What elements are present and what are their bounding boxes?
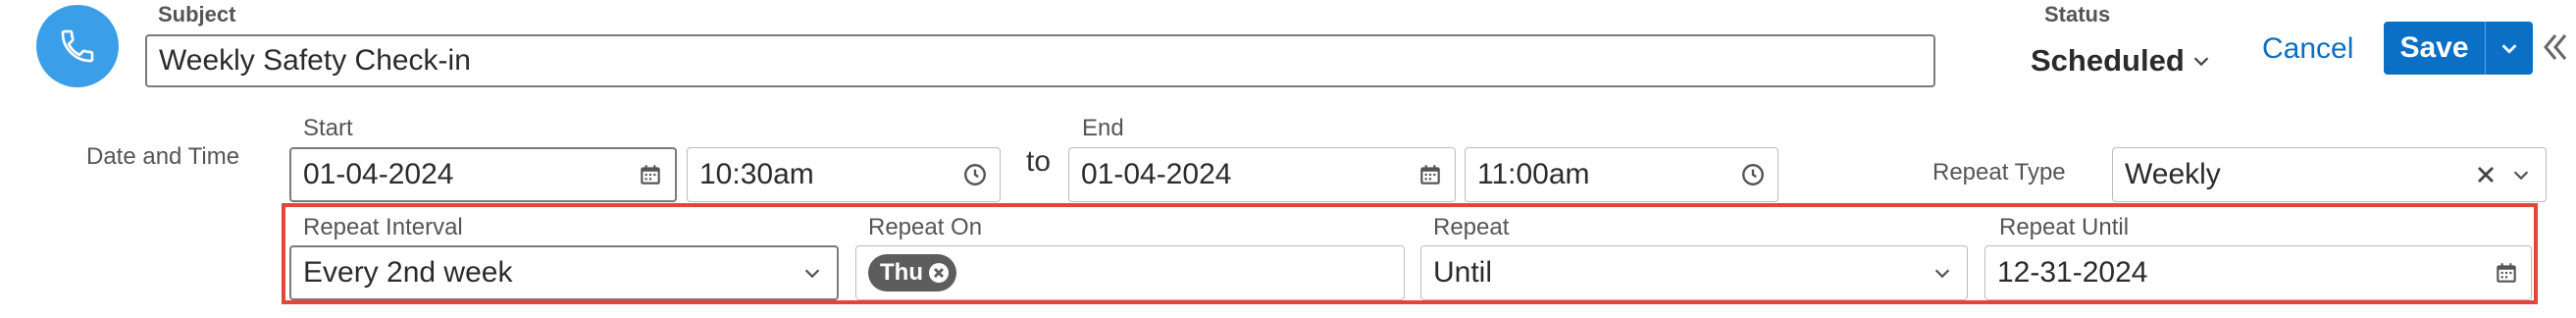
calendar-icon[interactable]	[2494, 260, 2519, 286]
day-chip-label: Thu	[880, 259, 923, 286]
save-button[interactable]: Save	[2384, 22, 2533, 75]
repeat-on-label: Repeat On	[868, 214, 983, 240]
calendar-icon[interactable]	[638, 162, 663, 187]
date-time-section-label: Date and Time	[86, 143, 240, 170]
end-label: End	[1082, 115, 1124, 141]
clear-icon[interactable]	[2473, 162, 2499, 187]
start-time-input[interactable]: 10:30am	[687, 147, 1001, 202]
save-label: Save	[2384, 22, 2486, 75]
repeat-interval-select[interactable]: Every 2nd week	[289, 245, 839, 300]
chevron-down-icon[interactable]	[2486, 22, 2533, 75]
repeat-interval-value: Every 2nd week	[303, 256, 513, 289]
start-date-value: 01-04-2024	[303, 158, 454, 190]
repeat-until-label: Repeat Until	[1999, 214, 2130, 240]
status-value: Scheduled	[2031, 43, 2185, 78]
chevron-down-icon[interactable]	[799, 260, 825, 286]
repeat-until-value: 12-31-2024	[1997, 256, 2148, 289]
status-dropdown[interactable]: Scheduled	[2031, 39, 2212, 82]
chevron-down-icon[interactable]	[2508, 162, 2534, 187]
repeat-label: Repeat	[1433, 214, 1510, 240]
call-type-avatar	[36, 5, 119, 87]
subject-value: Weekly Safety Check-in	[159, 44, 471, 77]
subject-label: Subject	[158, 2, 236, 26]
repeat-type-value: Weekly	[2125, 158, 2221, 190]
repeat-select[interactable]: Until	[1420, 245, 1968, 300]
repeat-until-input[interactable]: 12-31-2024	[1984, 245, 2532, 300]
cancel-button[interactable]: Cancel	[2262, 29, 2353, 69]
collapse-icon[interactable]	[2541, 29, 2570, 65]
repeat-type-label: Repeat Type	[1932, 159, 2066, 186]
to-label: to	[1026, 145, 1052, 178]
end-date-value: 01-04-2024	[1081, 158, 1232, 190]
calendar-icon[interactable]	[1417, 162, 1443, 187]
start-label: Start	[303, 115, 353, 141]
repeat-value: Until	[1433, 256, 1493, 289]
clock-icon[interactable]	[1740, 162, 1766, 187]
repeat-on-input[interactable]: Thu	[855, 245, 1405, 300]
chevron-down-icon[interactable]	[1930, 260, 1955, 286]
status-label: Status	[2044, 2, 2111, 26]
start-time-value: 10:30am	[699, 158, 814, 190]
phone-icon	[58, 26, 97, 66]
start-date-input[interactable]: 01-04-2024	[289, 147, 677, 202]
end-time-value: 11:00am	[1477, 158, 1590, 190]
day-chip[interactable]: Thu	[868, 254, 956, 292]
end-time-input[interactable]: 11:00am	[1465, 147, 1778, 202]
subject-input[interactable]: Weekly Safety Check-in	[145, 34, 1935, 87]
repeat-type-select[interactable]: Weekly	[2112, 147, 2547, 202]
remove-chip-icon[interactable]	[927, 261, 951, 285]
repeat-interval-label: Repeat Interval	[303, 214, 463, 240]
end-date-input[interactable]: 01-04-2024	[1068, 147, 1456, 202]
clock-icon[interactable]	[962, 162, 988, 187]
chevron-down-icon	[2190, 50, 2212, 72]
